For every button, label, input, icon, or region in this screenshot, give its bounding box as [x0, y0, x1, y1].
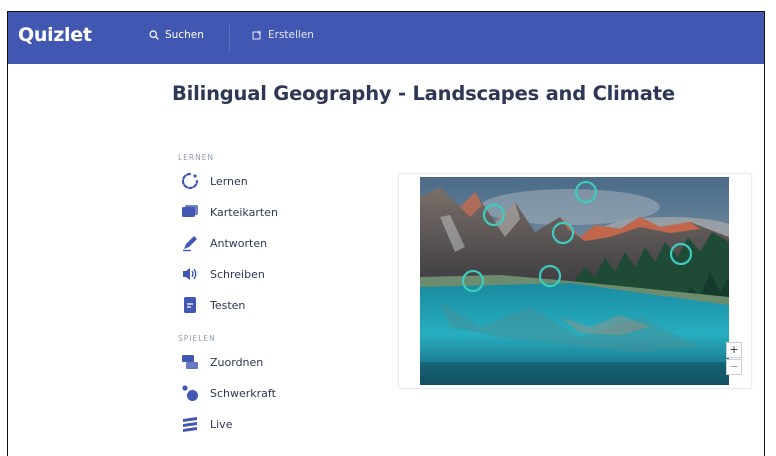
test-icon [180, 295, 200, 315]
gravity-icon [180, 383, 200, 403]
mode-learn-label: Lernen [210, 174, 248, 188]
mode-live-label: Live [210, 417, 233, 431]
section-label-learn: LERNEN [178, 153, 215, 162]
mode-flashcards-label: Karteikarten [210, 205, 278, 219]
page-title: Bilingual Geography - Landscapes and Cli… [172, 82, 675, 105]
create-button[interactable]: Erstellen [252, 29, 314, 41]
mountain-lake-image [420, 177, 729, 385]
mode-flashcards[interactable]: Karteikarten [180, 201, 278, 223]
create-label: Erstellen [268, 29, 314, 41]
mode-spell-label: Schreiben [210, 267, 265, 281]
create-icon [252, 30, 261, 40]
nav-divider [229, 25, 230, 51]
quizlet-logo[interactable]: Quizlet [18, 24, 92, 46]
live-icon [180, 414, 200, 434]
mode-live[interactable]: Live [180, 413, 232, 435]
search-label: Suchen [165, 29, 204, 41]
search-button[interactable]: Suchen [149, 29, 204, 41]
mode-write-label: Antworten [210, 236, 268, 250]
mode-gravity[interactable]: Schwerkraft [180, 382, 276, 404]
mode-learn[interactable]: Lernen [180, 170, 248, 192]
zoom-in-button[interactable]: + [726, 342, 742, 358]
spell-icon [180, 264, 200, 284]
mode-spell[interactable]: Schreiben [180, 263, 265, 285]
search-icon [149, 30, 159, 40]
mode-match-label: Zuordnen [210, 355, 264, 369]
flashcards-icon [180, 202, 200, 222]
mode-gravity-label: Schwerkraft [210, 386, 276, 400]
match-icon [180, 352, 200, 372]
top-navigation-bar: Quizlet Suchen Erstellen [8, 12, 764, 64]
diagram-image[interactable] [420, 177, 729, 385]
zoom-out-button[interactable]: − [726, 359, 742, 375]
learn-icon [180, 171, 200, 191]
mode-match[interactable]: Zuordnen [180, 351, 263, 373]
section-label-play: SPIELEN [178, 334, 216, 343]
mode-test[interactable]: Testen [180, 294, 245, 316]
write-icon [180, 233, 200, 253]
mode-test-label: Testen [210, 298, 246, 312]
mode-write[interactable]: Antworten [180, 232, 267, 254]
